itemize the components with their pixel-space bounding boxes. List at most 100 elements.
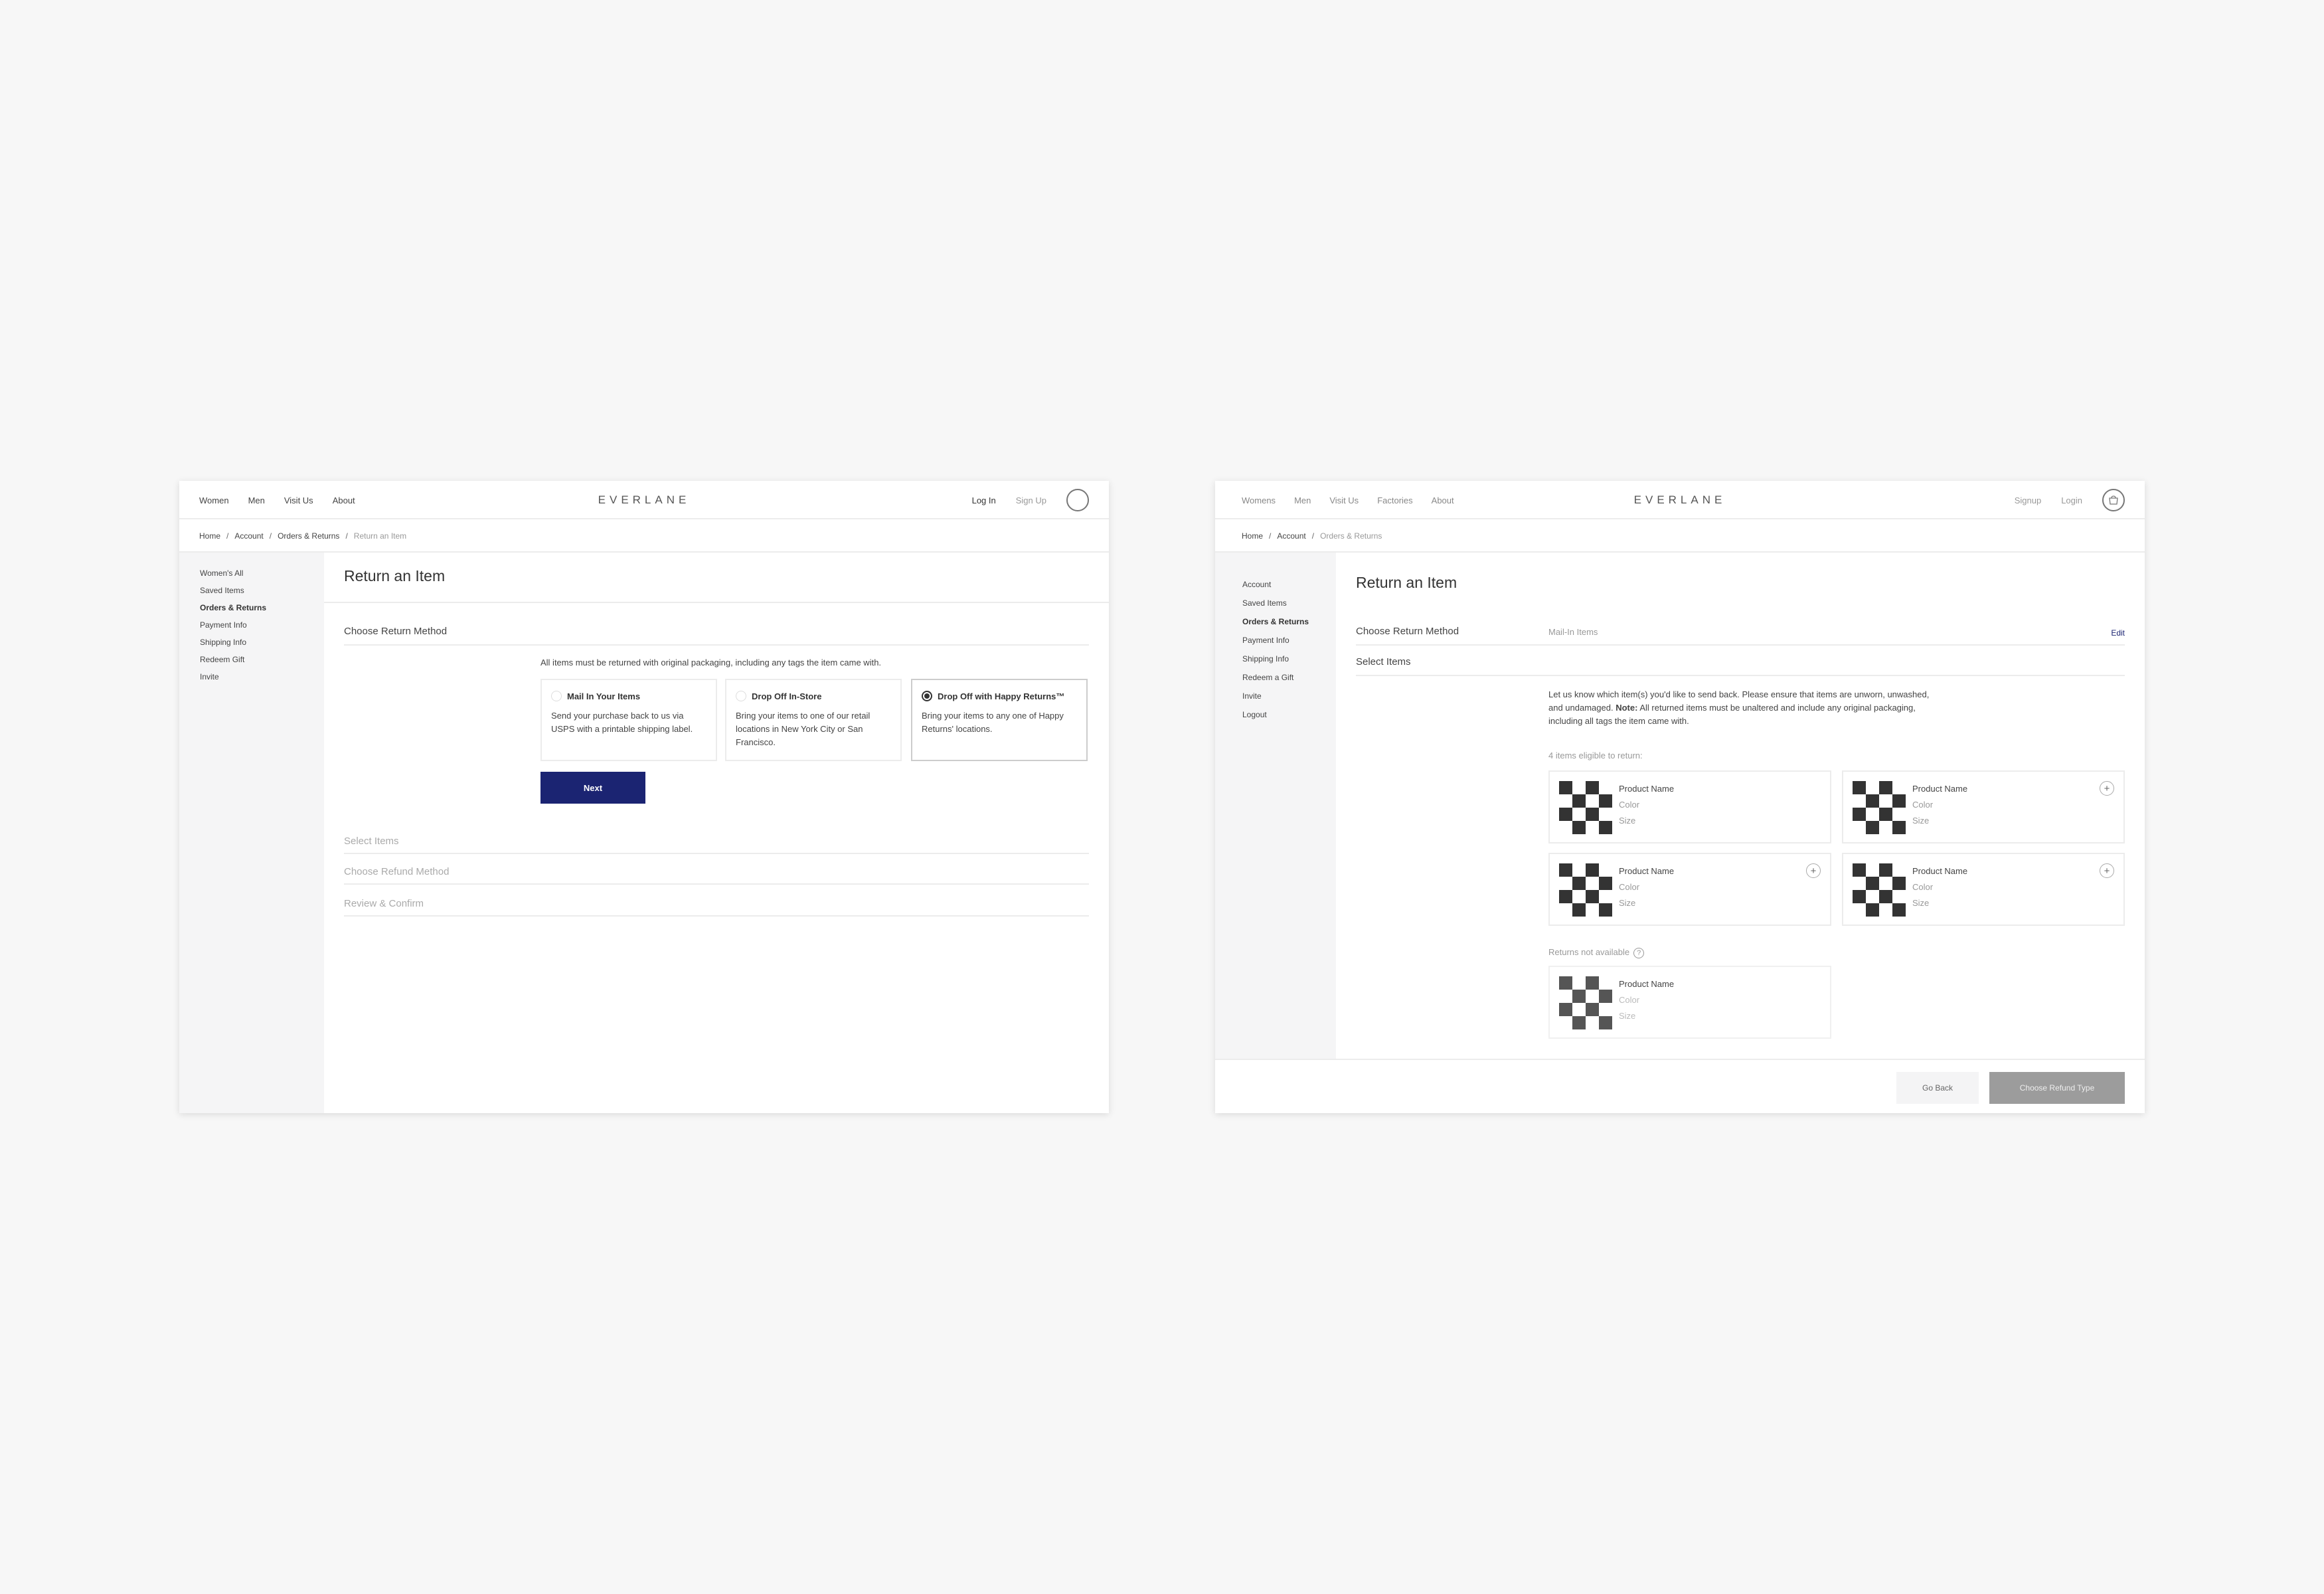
product-color: Color [1619, 882, 1640, 892]
sidebar-item-orders-returns[interactable]: Orders & Returns [1242, 612, 1336, 631]
login-link[interactable]: Log In [972, 495, 996, 505]
placeholder-square [1866, 877, 1879, 890]
sidebar-item-redeem-gift[interactable]: Redeem Gift [200, 651, 324, 668]
placeholder-square [1572, 990, 1586, 1003]
sidebar-item-orders-returns[interactable]: Orders & Returns [200, 599, 324, 616]
placeholder-square [1599, 1016, 1612, 1029]
sidebar-item-saved-items[interactable]: Saved Items [200, 582, 324, 599]
product-size: Size [1619, 1011, 1636, 1021]
add-item-icon[interactable]: + [2100, 863, 2114, 878]
product-color: Color [1912, 800, 1934, 810]
sidebar-item-account[interactable]: Account [1242, 575, 1336, 594]
radio-checked[interactable] [922, 691, 932, 701]
section-choose-return-method: Choose Return Method [344, 626, 448, 637]
product-card[interactable]: Product Name Color Size + [1548, 853, 1831, 926]
page-title: Return an Item [1356, 574, 1457, 591]
product-card[interactable]: Product Name Color Size + [1842, 853, 2125, 926]
next-button[interactable]: Next [540, 772, 645, 804]
breadcrumb-account[interactable]: Account [234, 531, 263, 541]
cart-icon[interactable] [1066, 489, 1089, 511]
everlane-logo[interactable]: EVERLANE [1215, 481, 2145, 519]
sidebar-item-invite[interactable]: Invite [1242, 687, 1336, 705]
select-items-instructions: Let us know which item(s) you'd like to … [1548, 688, 1940, 728]
product-card[interactable]: Product Name Color Size + [1842, 770, 2125, 843]
product-name: Product Name [1912, 784, 1968, 794]
step-choose-refund-method: Choose Refund Method [344, 866, 450, 877]
sidebar-item-redeem-gift[interactable]: Redeem a Gift [1242, 668, 1336, 687]
placeholder-square [1853, 863, 1866, 877]
go-back-button[interactable]: Go Back [1896, 1072, 1979, 1104]
option-title: Drop Off In-Store [752, 691, 822, 701]
option-drop-off-in-store[interactable]: Drop Off In-Store Bring your items to on… [725, 679, 902, 761]
sidebar-item-payment-info[interactable]: Payment Info [200, 616, 324, 634]
step-select-items: Select Items [344, 836, 399, 847]
product-card-unavailable: Product Name Color Size [1548, 966, 1831, 1039]
placeholder-square [1866, 821, 1879, 834]
radio-unchecked[interactable] [736, 691, 746, 701]
step-review-confirm: Review & Confirm [344, 898, 424, 909]
option-mail-in[interactable]: Mail In Your Items Send your purchase ba… [540, 679, 717, 761]
signup-link[interactable]: Signup [2015, 495, 2041, 505]
login-link[interactable]: Login [2061, 495, 2082, 505]
return-method-value: Mail-In Items [1548, 627, 1598, 637]
product-image-placeholder [1559, 781, 1612, 834]
placeholder-square [1572, 877, 1586, 890]
add-item-icon[interactable]: + [2100, 781, 2114, 796]
sidebar-item-shipping-info[interactable]: Shipping Info [200, 634, 324, 651]
placeholder-square [1559, 1003, 1572, 1016]
placeholder-square [1599, 877, 1612, 890]
bag-icon [2109, 495, 2118, 505]
account-sidebar: Account Saved Items Orders & Returns Pay… [1215, 553, 1336, 1059]
sidebar-item-payment-info[interactable]: Payment Info [1242, 631, 1336, 650]
everlane-logo[interactable]: EVERLANE [179, 481, 1109, 519]
divider [1356, 675, 2125, 676]
account-sidebar: Women's All Saved Items Orders & Returns… [179, 553, 324, 1113]
product-size: Size [1912, 898, 1930, 908]
breadcrumb-account[interactable]: Account [1277, 531, 1305, 541]
product-size: Size [1619, 816, 1636, 826]
placeholder-square [1572, 903, 1586, 917]
placeholder-square [1892, 794, 1906, 808]
placeholder-square [1559, 781, 1572, 794]
choose-refund-type-button[interactable]: Choose Refund Type [1989, 1072, 2125, 1104]
returns-not-available-label: Returns not available? [1548, 947, 1645, 958]
placeholder-square [1866, 794, 1879, 808]
section-select-items: Select Items [1356, 656, 1411, 667]
placeholder-square [1853, 781, 1866, 794]
option-title: Mail In Your Items [567, 691, 641, 701]
breadcrumb-orders[interactable]: Orders & Returns [278, 531, 339, 541]
cart-icon[interactable] [2102, 489, 2125, 511]
product-name: Product Name [1619, 866, 1675, 876]
radio-unchecked[interactable] [551, 691, 562, 701]
placeholder-square [1586, 781, 1599, 794]
account-links: Signup Login [2015, 481, 2125, 519]
breadcrumb-home[interactable]: Home [1242, 531, 1263, 541]
option-description: Bring your items to one of our retail lo… [736, 711, 871, 747]
sidebar-item-womens-all[interactable]: Women's All [200, 565, 324, 582]
help-icon[interactable]: ? [1633, 947, 1645, 958]
site-header: Womens Men Visit Us Factories About EVER… [1215, 481, 2145, 519]
placeholder-square [1586, 863, 1599, 877]
product-color: Color [1619, 800, 1640, 810]
sidebar-item-shipping-info[interactable]: Shipping Info [1242, 650, 1336, 668]
breadcrumb-current: Orders & Returns [1320, 531, 1382, 541]
edit-return-method-link[interactable]: Edit [2111, 628, 2125, 638]
breadcrumb-current: Return an Item [353, 531, 407, 541]
divider [324, 602, 1109, 603]
placeholder-square [1586, 890, 1599, 903]
breadcrumb-home[interactable]: Home [199, 531, 220, 541]
option-happy-returns[interactable]: Drop Off with Happy Returns™ Bring your … [911, 679, 1088, 761]
page-title: Return an Item [344, 567, 446, 584]
sidebar-item-saved-items[interactable]: Saved Items [1242, 594, 1336, 612]
add-item-icon[interactable]: + [1806, 863, 1821, 878]
placeholder-square [1599, 821, 1612, 834]
signup-link[interactable]: Sign Up [1016, 495, 1046, 505]
divider [344, 853, 1089, 854]
product-size: Size [1912, 816, 1930, 826]
product-image-placeholder [1559, 863, 1612, 917]
breadcrumb-separator: / [226, 531, 229, 541]
sidebar-item-invite[interactable]: Invite [200, 668, 324, 685]
product-card[interactable]: Product Name Color Size [1548, 770, 1831, 843]
sidebar-item-logout[interactable]: Logout [1242, 705, 1336, 724]
placeholder-square [1586, 976, 1599, 990]
